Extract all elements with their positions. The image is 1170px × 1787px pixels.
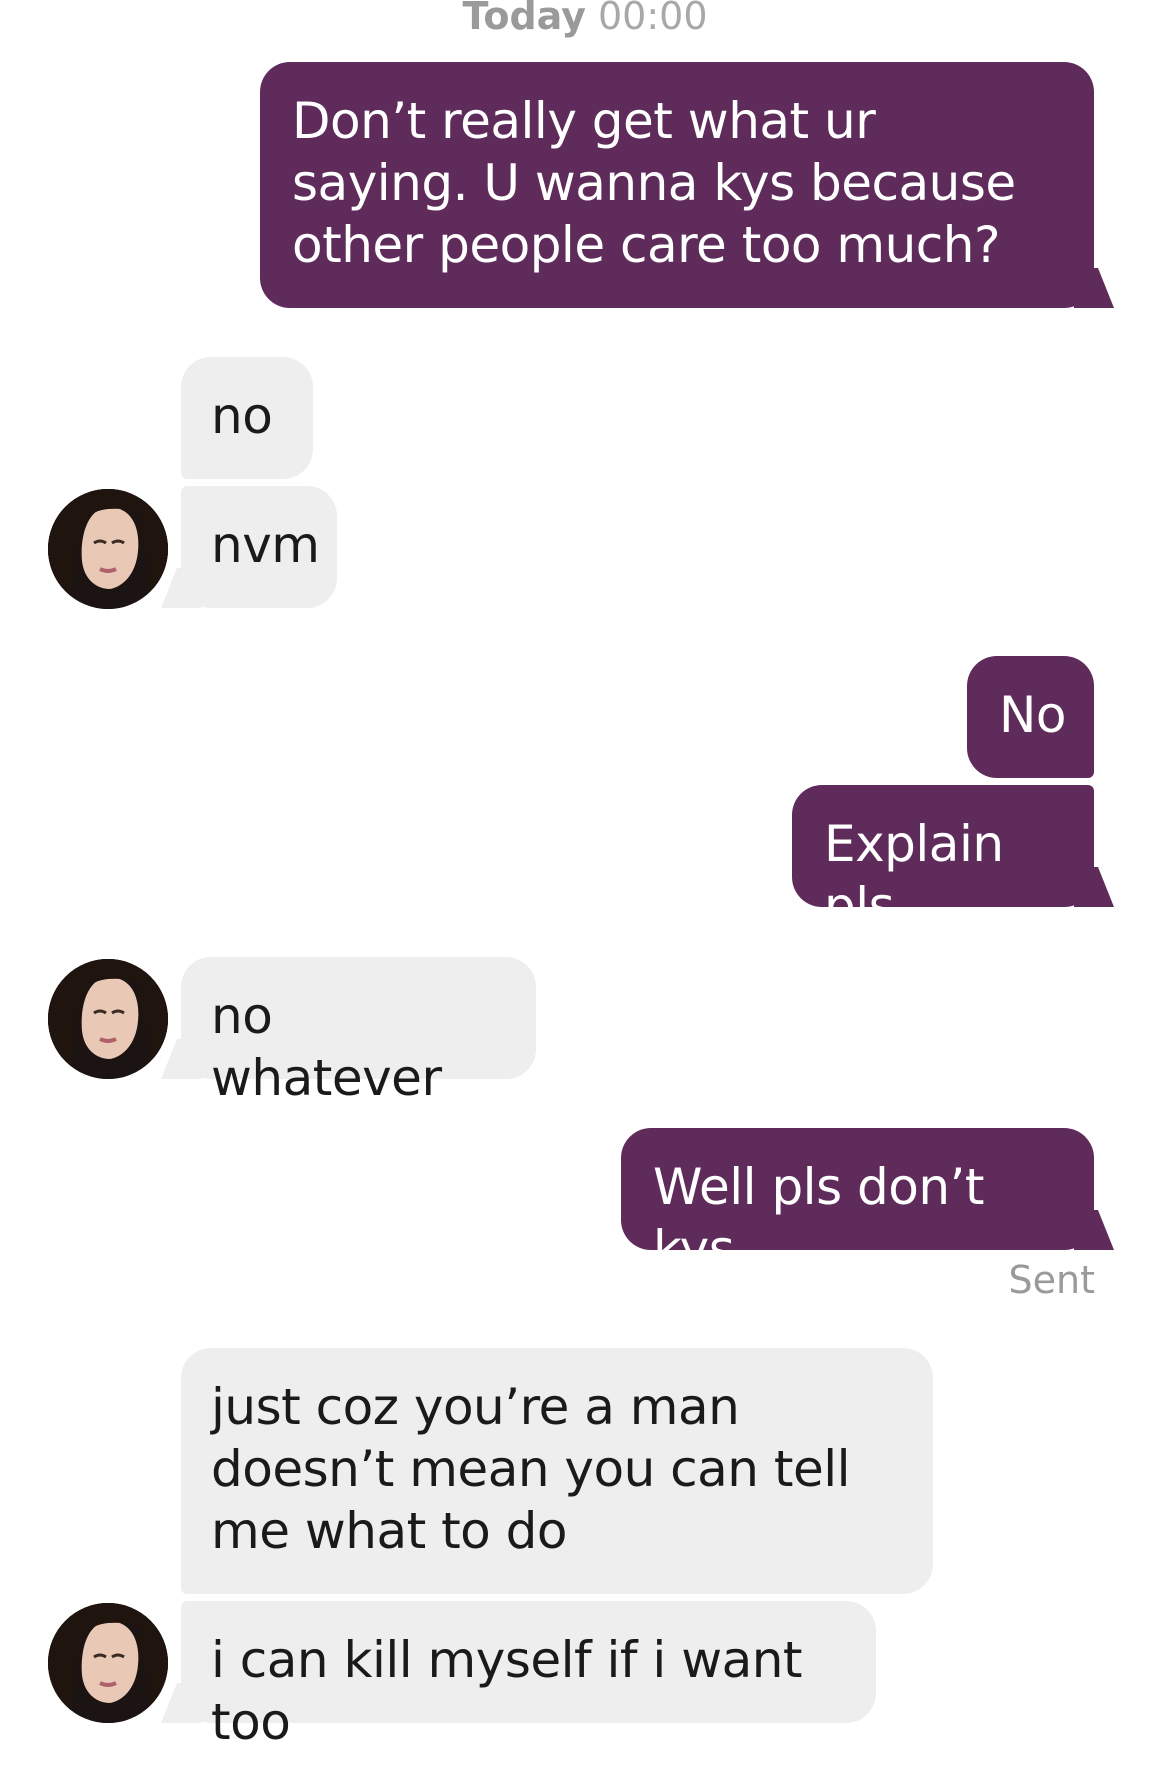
outgoing-message-bubble[interactable]: No bbox=[967, 656, 1094, 778]
conversation-timestamp: Today 00:00 bbox=[0, 0, 1170, 46]
contact-avatar[interactable] bbox=[48, 959, 168, 1079]
incoming-message-bubble[interactable]: no whatever bbox=[181, 957, 536, 1107]
outgoing-message-bubble[interactable]: Explain pls bbox=[792, 785, 1094, 935]
message-text: No bbox=[999, 686, 1067, 744]
message-text: no bbox=[211, 387, 273, 445]
message-text: Explain pls bbox=[824, 815, 1004, 935]
outgoing-message-bubble[interactable]: Don’t really get what ur saying. U wanna… bbox=[260, 62, 1094, 308]
message-text: nvm bbox=[211, 516, 320, 574]
timestamp-day: Today bbox=[462, 0, 586, 38]
message-text: no whatever bbox=[211, 987, 442, 1107]
incoming-message-bubble[interactable]: just coz you’re a man doesn’t mean you c… bbox=[181, 1348, 933, 1594]
timestamp-time: 00:00 bbox=[598, 0, 708, 38]
incoming-message-bubble[interactable]: nvm bbox=[181, 486, 337, 608]
message-text: just coz you’re a man doesn’t mean you c… bbox=[211, 1378, 851, 1560]
contact-avatar[interactable] bbox=[48, 1603, 168, 1723]
outgoing-message-bubble[interactable]: Well pls don’t kys bbox=[621, 1128, 1094, 1278]
message-text: i can kill myself if i want too bbox=[211, 1631, 803, 1751]
sent-status-label: Sent bbox=[1008, 1258, 1095, 1302]
contact-avatar[interactable] bbox=[48, 489, 168, 609]
message-text: Well pls don’t kys bbox=[653, 1158, 985, 1278]
contact-avatar-photo-icon bbox=[48, 489, 168, 609]
incoming-message-bubble[interactable]: i can kill myself if i want too bbox=[181, 1601, 876, 1751]
incoming-message-bubble[interactable]: no bbox=[181, 357, 313, 479]
contact-avatar-photo-icon bbox=[48, 1603, 168, 1723]
contact-avatar-photo-icon bbox=[48, 959, 168, 1079]
message-text: Don’t really get what ur saying. U wanna… bbox=[292, 92, 1016, 274]
